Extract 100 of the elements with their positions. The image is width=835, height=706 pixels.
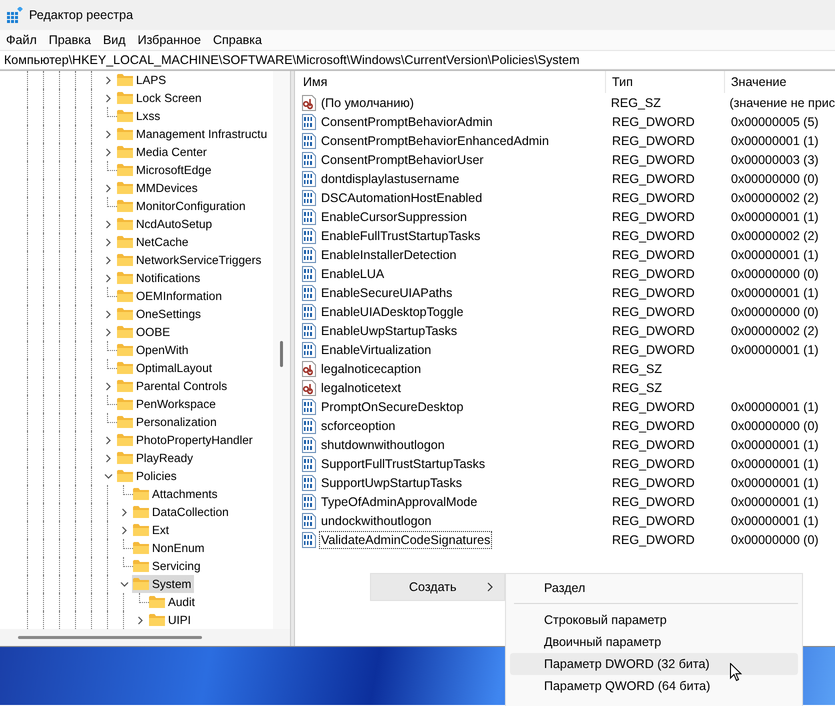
tree-item[interactable]: NetworkServiceTriggers [116, 251, 264, 269]
value-name[interactable]: scforceoption [319, 416, 398, 434]
chevron-right-icon[interactable] [136, 616, 144, 624]
value-name[interactable]: EnableCursorSuppression [319, 208, 469, 226]
value-name[interactable]: SupportUwpStartupTasks [319, 474, 464, 492]
folder-icon [132, 558, 150, 574]
value-type: REG_DWORD [612, 476, 695, 490]
tree-item[interactable]: Personalization [116, 413, 220, 431]
value-name[interactable]: EnableUIADesktopToggle [319, 302, 466, 320]
menu-item[interactable]: Избранное [138, 33, 201, 47]
tree-item[interactable]: Audit [148, 593, 198, 611]
tree-item[interactable]: System [132, 575, 194, 593]
value-name[interactable]: EnableFullTrustStartupTasks [319, 226, 482, 244]
chevron-right-icon[interactable] [104, 328, 112, 336]
value-name[interactable]: EnableSecureUIAPaths [319, 284, 454, 302]
tree-item[interactable]: Servicing [132, 557, 204, 575]
binary-value-icon [301, 456, 317, 472]
value-type: REG_DWORD [612, 248, 695, 262]
value-name[interactable]: TypeOfAdminApprovalMode [319, 492, 480, 510]
value-name[interactable]: (По умолчанию) [319, 94, 416, 112]
menu-item[interactable]: Создать [371, 574, 504, 600]
tree-item[interactable]: Notifications [116, 269, 204, 287]
value-name[interactable]: EnableLUA [319, 264, 386, 282]
tree-item[interactable]: OEMInformation [116, 287, 225, 305]
chevron-down-icon[interactable] [120, 580, 128, 588]
tree-item[interactable]: LAPS [116, 71, 170, 89]
value-name[interactable]: SupportFullTrustStartupTasks [319, 454, 488, 472]
value-name[interactable]: ConsentPromptBehaviorEnhancedAdmin [319, 132, 551, 150]
chevron-right-icon[interactable] [120, 526, 128, 534]
value-name[interactable]: legalnoticecaption [319, 360, 424, 378]
tree-item[interactable]: MMDevices [116, 179, 201, 197]
value-name[interactable]: ConsentPromptBehaviorUser [319, 150, 486, 168]
tree-item[interactable]: Management Infrastructu [116, 125, 270, 143]
tree-label: MMDevices [136, 181, 198, 195]
chevron-right-icon[interactable] [120, 508, 128, 516]
column-header[interactable]: Значение [725, 71, 835, 93]
tree-item[interactable]: Attachments [132, 485, 221, 503]
tree-item[interactable]: PlayReady [116, 449, 196, 467]
scrollbar-thumb[interactable] [280, 341, 283, 367]
value-name[interactable]: undockwithoutlogon [319, 512, 434, 530]
menu-item[interactable]: Раздел [510, 577, 798, 599]
folder-icon [116, 342, 134, 358]
chevron-right-icon[interactable] [104, 220, 112, 228]
tree-item[interactable]: DataCollection [132, 503, 232, 521]
scrollbar-thumb[interactable] [18, 636, 202, 639]
value-name[interactable]: ConsentPromptBehaviorAdmin [319, 112, 495, 130]
tree-item[interactable]: Policies [116, 467, 180, 485]
tree-item[interactable]: OptimalLayout [116, 359, 216, 377]
value-name[interactable]: PromptOnSecureDesktop [319, 398, 466, 416]
menu-item[interactable]: Параметр DWORD (32 бита) [510, 653, 798, 675]
value-name[interactable]: DSCAutomationHostEnabled [319, 188, 484, 206]
tree-item[interactable]: NetCache [116, 233, 192, 251]
menu-item[interactable]: Вид [102, 33, 126, 47]
menu-item[interactable]: Параметр QWORD (64 бита) [510, 675, 798, 697]
tree-item[interactable]: NonEnum [132, 539, 208, 557]
chevron-right-icon[interactable] [104, 148, 112, 156]
tree-item[interactable]: Parental Controls [116, 377, 230, 395]
chevron-right-icon[interactable] [104, 310, 112, 318]
folder-icon [116, 324, 134, 340]
tree-item[interactable]: OpenWith [116, 341, 192, 359]
value-data: 0x00000000 (0) [731, 266, 819, 280]
tree-item[interactable]: MonitorConfiguration [116, 197, 249, 215]
chevron-right-icon[interactable] [104, 274, 112, 282]
tree-item[interactable]: OOBE [116, 323, 174, 341]
tree-item[interactable]: Lock Screen [116, 89, 205, 107]
value-name[interactable]: ValidateAdminCodeSignatures [319, 530, 492, 548]
menu-item[interactable]: Строковый параметр [510, 609, 798, 631]
value-name[interactable]: shutdownwithoutlogon [319, 436, 447, 454]
column-header[interactable]: Тип [606, 71, 725, 93]
tree-item[interactable]: Lxss [116, 107, 164, 125]
value-name[interactable]: legalnoticetext [319, 378, 403, 396]
chevron-right-icon[interactable] [104, 130, 112, 138]
value-name[interactable]: EnableUwpStartupTasks [319, 322, 460, 340]
tree-item[interactable]: MicrosoftEdge [116, 161, 214, 179]
chevron-right-icon[interactable] [104, 256, 112, 264]
chevron-right-icon[interactable] [104, 454, 112, 462]
value-name[interactable]: EnableVirtualization [319, 340, 434, 358]
tree-item[interactable]: PhotoPropertyHandler [116, 431, 256, 449]
chevron-right-icon[interactable] [104, 76, 112, 84]
chevron-right-icon[interactable] [104, 94, 112, 102]
tree-item[interactable]: Media Center [116, 143, 210, 161]
column-header[interactable]: Имя [295, 71, 606, 93]
chevron-right-icon[interactable] [104, 184, 112, 192]
menu-item[interactable]: Справка [212, 33, 262, 47]
chevron-right-icon[interactable] [104, 436, 112, 444]
chevron-right-icon[interactable] [104, 238, 112, 246]
value-name[interactable]: dontdisplaylastusername [319, 170, 462, 188]
tree-item[interactable]: NcdAutoSetup [116, 215, 216, 233]
tree-item[interactable]: OneSettings [116, 305, 204, 323]
tree-item[interactable]: PenWorkspace [116, 395, 219, 413]
address-bar[interactable]: Компьютер\HKEY_LOCAL_MACHINE\SOFTWARE\Microsoft\Windows\CurrentVersion\Policies\System [0, 50, 835, 70]
tree-item[interactable]: UIPI [148, 611, 194, 629]
tree-item[interactable]: Ext [132, 521, 172, 539]
chevron-right-icon[interactable] [104, 382, 112, 390]
value-name[interactable]: EnableInstallerDetection [319, 246, 458, 264]
menu-item[interactable]: Файл [6, 33, 37, 47]
chevron-down-icon[interactable] [104, 472, 112, 480]
tree-label: LAPS [136, 73, 166, 87]
menu-item[interactable]: Двоичный параметр [510, 631, 798, 653]
menu-item[interactable]: Правка [48, 33, 91, 47]
